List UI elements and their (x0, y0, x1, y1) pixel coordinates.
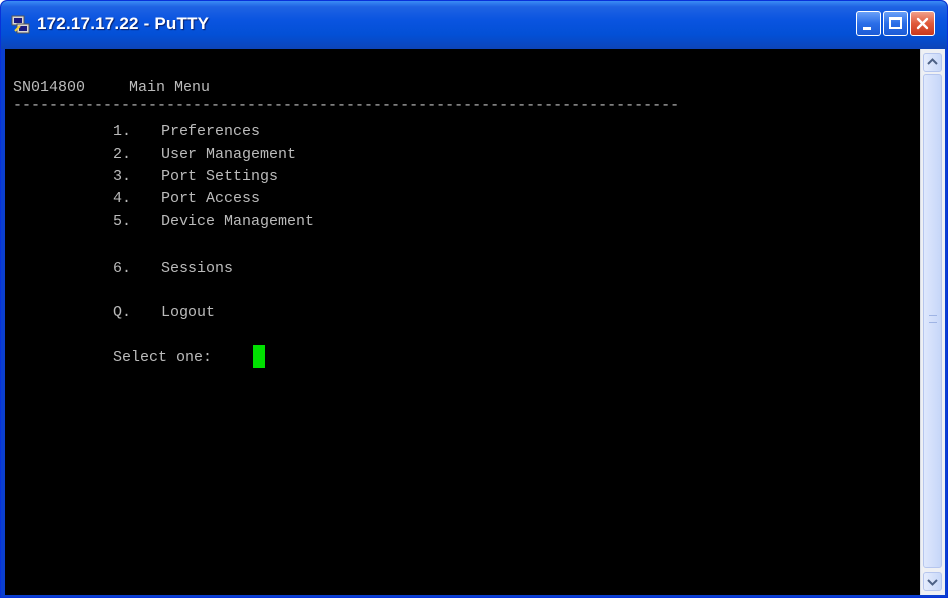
scroll-down-button[interactable] (923, 572, 942, 591)
menu-divider: ----------------------------------------… (13, 97, 680, 114)
close-icon (916, 17, 929, 30)
menu-item-key: 1. (113, 123, 132, 140)
menu-item-port-settings: Port Settings (161, 168, 279, 185)
menu-item-device-management: Device Management (161, 213, 315, 230)
terminal-cursor (253, 345, 265, 368)
menu-item-key: 3. (113, 168, 132, 185)
minimize-button[interactable] (856, 11, 881, 36)
select-prompt: Select one: (113, 349, 213, 366)
menu-item-user-management: User Management (161, 146, 297, 163)
scroll-up-arrow-icon (927, 58, 938, 65)
minimize-icon (863, 27, 871, 30)
menu-item-key: 4. (113, 190, 132, 207)
terminal-area[interactable]: SN014800 Main Menu ---------------------… (5, 49, 920, 595)
menu-item-key: 6. (113, 260, 132, 277)
scroll-thumb-grip-icon (929, 315, 937, 323)
menu-item-key: 2. (113, 146, 132, 163)
putty-icon (11, 15, 30, 34)
menu-item-preferences: Preferences (161, 123, 261, 140)
menu-item-key: 5. (113, 213, 132, 230)
scroll-up-button[interactable] (923, 53, 942, 72)
menu-item-port-access: Port Access (161, 190, 261, 207)
scroll-down-arrow-icon (927, 579, 938, 586)
scrollbar-thumb[interactable] (923, 74, 942, 568)
maximize-button[interactable] (883, 11, 908, 36)
title-bar[interactable]: 172.17.17.22 - PuTTY (1, 1, 947, 49)
menu-item-logout: Logout (161, 304, 216, 321)
device-serial: SN014800 (13, 79, 86, 96)
window-title: 172.17.17.22 - PuTTY (37, 14, 210, 33)
close-button[interactable] (910, 11, 935, 36)
menu-item-key: Q. (113, 304, 132, 321)
putty-window: 172.17.17.22 - PuTTY SN014800 Main Menu … (0, 0, 948, 598)
maximize-icon (889, 17, 902, 29)
vertical-scrollbar[interactable] (920, 49, 945, 595)
menu-title: Main Menu (129, 79, 211, 96)
menu-item-sessions: Sessions (161, 260, 234, 277)
